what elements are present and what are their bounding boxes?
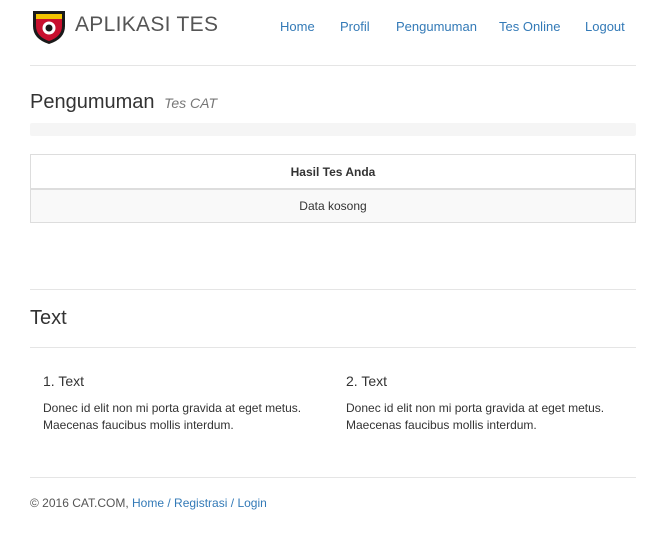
brand-title[interactable]: APLIKASI TES — [75, 13, 218, 37]
nav-logout[interactable]: Logout — [585, 19, 625, 34]
page-title: Pengumuman Tes CAT — [30, 91, 217, 114]
nav-tes-online[interactable]: Tes Online — [499, 19, 560, 34]
nav-home[interactable]: Home — [280, 19, 315, 34]
table-row: Data kosong — [30, 188, 636, 223]
page-title-text: Pengumuman — [30, 91, 155, 113]
top-navbar: APLIKASI TES Home Profil Pengumuman Tes … — [0, 0, 660, 66]
footer-divider — [30, 477, 636, 478]
column-1-title: 1. Text — [43, 373, 84, 389]
section-divider-top — [30, 289, 636, 290]
page-subtitle: Tes CAT — [164, 95, 217, 111]
footer-separator: / — [167, 496, 171, 510]
nav-profil[interactable]: Profil — [340, 19, 370, 34]
footer-separator: / — [230, 496, 235, 510]
footer-link-registrasi[interactable]: Registrasi — [174, 496, 227, 510]
section-title: Text — [30, 307, 67, 329]
column-1-body: Donec id elit non mi porta gravida at eg… — [43, 401, 302, 432]
section-divider-bottom — [30, 347, 636, 348]
header-divider — [30, 65, 636, 66]
table-header-row: Hasil Tes Anda — [30, 154, 636, 190]
footer-link-home[interactable]: Home — [132, 496, 164, 510]
result-table: Hasil Tes Anda Data kosong — [30, 154, 636, 223]
column-2-title: 2. Text — [346, 373, 387, 389]
footer-copyright: © 2016 CAT.COM, — [30, 496, 129, 510]
column-2-body: Donec id elit non mi porta gravida at eg… — [346, 401, 605, 432]
empty-data-cell: Data kosong — [30, 188, 636, 223]
police-emblem-icon[interactable] — [30, 8, 68, 46]
nav-pengumuman[interactable]: Pengumuman — [396, 19, 477, 34]
table-header-cell: Hasil Tes Anda — [30, 154, 636, 190]
footer-link-login[interactable]: Login — [237, 496, 266, 510]
footer: © 2016 CAT.COM, Home / Registrasi / Logi… — [30, 496, 267, 510]
info-well — [30, 123, 636, 136]
